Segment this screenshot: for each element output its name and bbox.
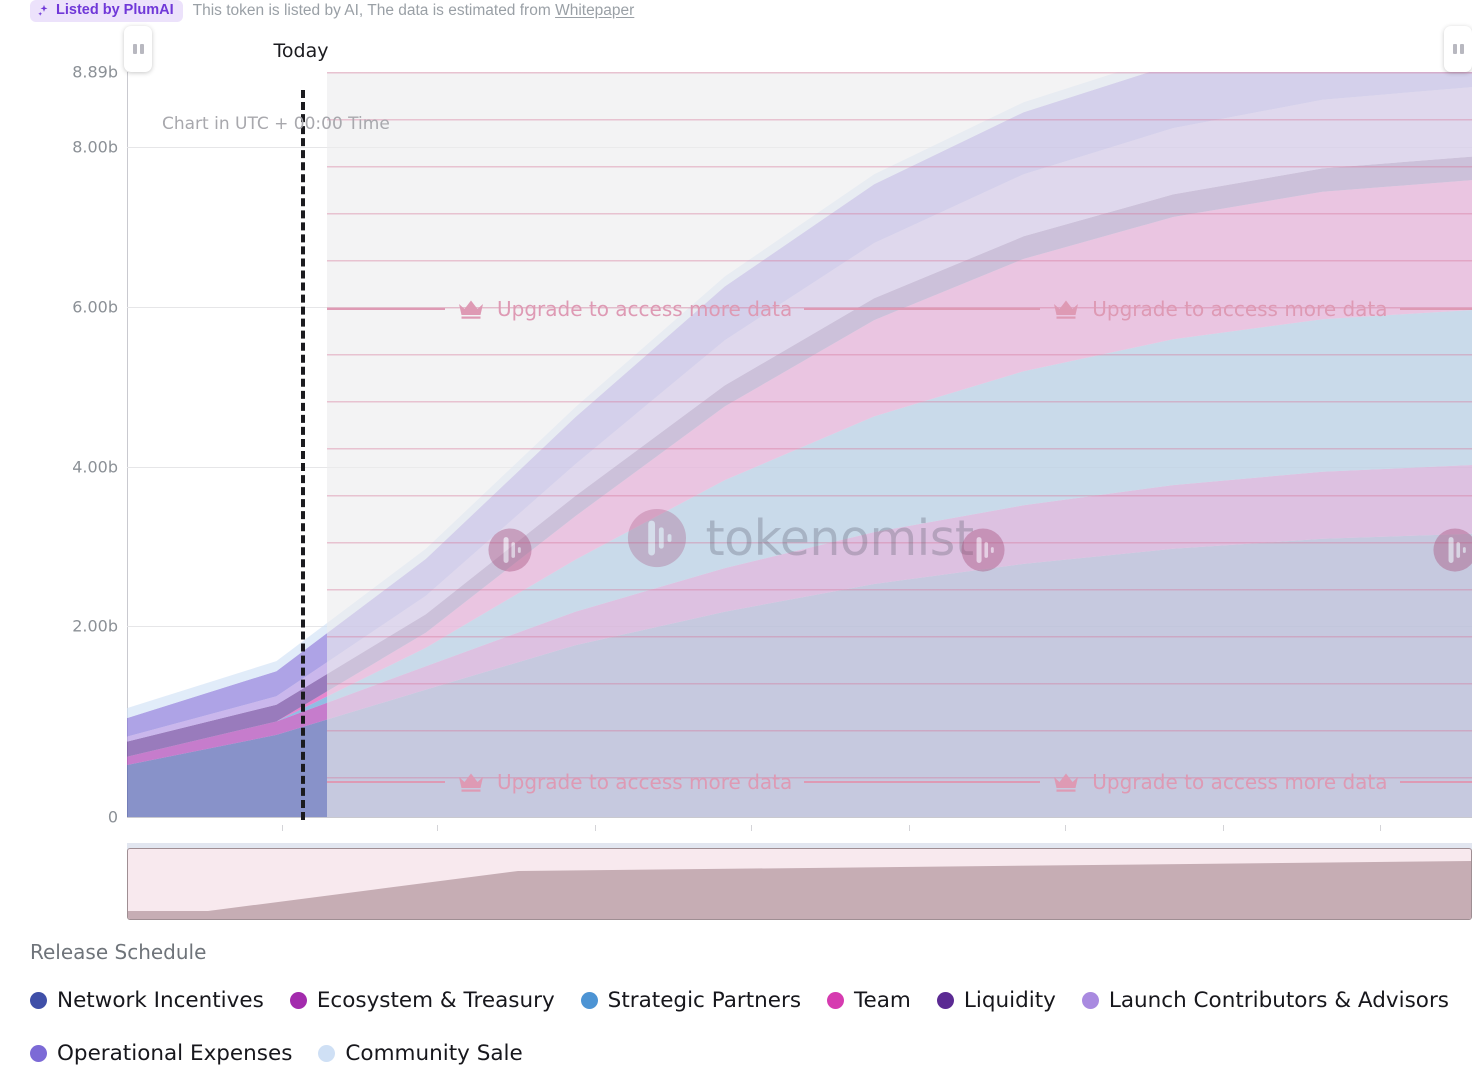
whitepaper-link[interactable]: Whitepaper: [555, 2, 634, 19]
y-axis-tick-label: 6.00b: [72, 297, 118, 317]
legend-item[interactable]: Community Sale: [318, 1041, 523, 1066]
datazoom-handle-right[interactable]: [1444, 26, 1472, 72]
x-axis-tick: [909, 825, 910, 831]
upgrade-cta[interactable]: Upgrade to access more data: [327, 770, 923, 794]
plot-area: Upgrade to access more data Upgrade to ac…: [127, 72, 1472, 817]
legend-color-dot: [827, 992, 845, 1009]
upgrade-cta[interactable]: Upgrade to access more data: [327, 297, 923, 321]
notice-text: This token is listed by AI, The data is …: [193, 2, 635, 20]
legend-label: Ecosystem & Treasury: [316, 988, 555, 1013]
legend-color-dot: [580, 992, 598, 1009]
crown-icon: [459, 773, 483, 792]
crown-icon: [1054, 300, 1079, 319]
legend-item[interactable]: Launch Contributors & Advisors: [1081, 988, 1449, 1013]
legend-label: Strategic Partners: [607, 988, 802, 1013]
legend-label: Launch Contributors & Advisors: [1108, 988, 1449, 1013]
y-axis-tick-label: 8.89b: [72, 62, 118, 82]
legend-color-dot: [30, 1045, 47, 1062]
notice-text-body: This token is listed by AI, The data is …: [192, 2, 551, 19]
upgrade-label: Upgrade to access more data: [497, 770, 793, 794]
legend-item[interactable]: Team: [827, 988, 911, 1013]
legend-item[interactable]: Operational Expenses: [30, 1041, 292, 1066]
tokenomist-logo-icon: [1433, 528, 1472, 572]
upgrade-row[interactable]: Upgrade to access more data Upgrade to ac…: [327, 297, 1472, 321]
upgrade-rule: [922, 781, 1041, 783]
legend-item[interactable]: Liquidity: [936, 988, 1056, 1013]
crown-icon: [1054, 773, 1079, 792]
upgrade-rule: [804, 781, 923, 783]
listing-notice-bar: Listed by PlumAI This token is listed by…: [0, 0, 1472, 22]
legend-color-dot: [936, 992, 954, 1009]
badge-label: Listed by PlumAI: [56, 2, 174, 19]
chart-legend: Network Incentives Ecosystem & Treasury St…: [30, 988, 1450, 1066]
tokenomist-logo-icon: [961, 528, 1005, 572]
locked-region-overlay[interactable]: Upgrade to access more data Upgrade to ac…: [327, 72, 1472, 817]
legend-color-dot: [289, 992, 307, 1009]
tokenomics-release-schedule-page: Listed by PlumAI This token is listed by…: [0, 0, 1472, 1076]
upgrade-row[interactable]: Upgrade to access more data Upgrade to ac…: [327, 770, 1472, 794]
y-axis-tick-label: 0: [107, 807, 118, 827]
x-axis-tick: [1065, 825, 1066, 831]
legend-color-dot: [30, 992, 47, 1009]
legend-label: Network Incentives: [57, 988, 264, 1013]
y-axis-tick-label: 2.00b: [72, 616, 118, 636]
x-axis-tick: [1223, 825, 1224, 831]
upgrade-cta[interactable]: Upgrade to access more data: [922, 770, 1472, 794]
release-schedule-label: Release Schedule: [30, 940, 207, 964]
legend-label: Community Sale: [345, 1041, 523, 1066]
datazoom-preview-area: [128, 861, 1471, 919]
upgrade-rule: [922, 308, 1041, 310]
x-axis-tick: [1380, 825, 1381, 831]
utc-note: Chart in UTC + 00:00 Time: [162, 114, 390, 134]
upgrade-rule: [1399, 308, 1472, 310]
upgrade-rule: [1399, 781, 1472, 783]
x-axis-line: [127, 817, 1472, 818]
legend-label: Team: [854, 988, 911, 1013]
y-axis-labels: 8.89b 8.00b 6.00b 4.00b 2.00b 0: [0, 63, 118, 827]
y-axis-tick-label: 8.00b: [72, 137, 118, 156]
legend-label: Operational Expenses: [57, 1041, 293, 1066]
datazoom-slider[interactable]: [127, 848, 1472, 920]
x-axis-tick: [751, 825, 752, 831]
x-axis-tick: [595, 825, 596, 831]
legend-item[interactable]: Network Incentives: [30, 988, 264, 1013]
sparkles-icon: [37, 4, 51, 18]
upgrade-rule: [327, 308, 445, 310]
legend-color-dot: [318, 1045, 336, 1062]
upgrade-rule: [327, 781, 445, 783]
listed-by-plumai-badge[interactable]: Listed by PlumAI: [30, 0, 183, 22]
today-marker-line: [301, 90, 305, 820]
upgrade-label: Upgrade to access more data: [1092, 297, 1388, 321]
upgrade-rule: [804, 308, 923, 310]
y-axis-tick-label: 4.00b: [72, 457, 118, 477]
legend-item[interactable]: Strategic Partners: [580, 988, 802, 1013]
datazoom-handle-left[interactable]: [124, 26, 152, 72]
today-marker-label: Today: [273, 40, 329, 62]
legend-color-dot: [1081, 992, 1099, 1009]
legend-item[interactable]: Ecosystem & Treasury: [289, 988, 555, 1013]
legend-label: Liquidity: [963, 988, 1056, 1013]
x-axis-tick: [282, 825, 283, 831]
upgrade-label: Upgrade to access more data: [1092, 770, 1388, 794]
x-axis-tick: [437, 825, 438, 831]
upgrade-cta[interactable]: Upgrade to access more data: [922, 297, 1472, 321]
tokenomist-logo-icon: [488, 528, 532, 572]
upgrade-label: Upgrade to access more data: [497, 297, 793, 321]
crown-icon: [459, 300, 483, 319]
release-schedule-chart: 8.89b 8.00b 6.00b 4.00b 2.00b 0 Upgrade to ac…: [0, 30, 1472, 862]
